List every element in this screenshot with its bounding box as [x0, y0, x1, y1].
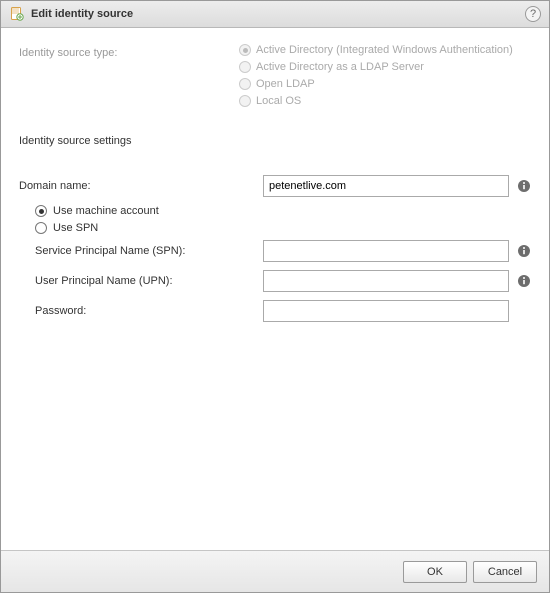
domain-name-row: Domain name:	[19, 175, 531, 197]
identity-source-type-options: Active Directory (Integrated Windows Aut…	[239, 44, 513, 107]
info-icon[interactable]	[517, 244, 531, 258]
spn-input[interactable]	[263, 240, 509, 262]
domain-name-input[interactable]	[263, 175, 509, 197]
radio-icon	[35, 222, 47, 234]
upn-label: User Principal Name (UPN):	[19, 275, 263, 287]
spn-label: Service Principal Name (SPN):	[19, 245, 263, 257]
radio-icon	[239, 61, 251, 73]
source-type-open-ldap-label: Open LDAP	[256, 78, 315, 90]
radio-icon	[239, 78, 251, 90]
radio-icon	[239, 44, 251, 56]
upn-input[interactable]	[263, 270, 509, 292]
identity-source-type-row: Identity source type: Active Directory (…	[19, 44, 531, 107]
password-label: Password:	[19, 305, 263, 317]
source-type-ad-iwa-label: Active Directory (Integrated Windows Aut…	[256, 44, 513, 56]
use-machine-account-label: Use machine account	[53, 205, 159, 217]
radio-icon	[35, 205, 47, 217]
password-row: Password:	[19, 300, 531, 322]
settings-header: Identity source settings	[19, 135, 531, 147]
dialog-footer: OK Cancel	[1, 550, 549, 592]
help-icon[interactable]: ?	[525, 6, 541, 22]
upn-row: User Principal Name (UPN):	[19, 270, 531, 292]
source-type-ad-ldap-label: Active Directory as a LDAP Server	[256, 61, 424, 73]
ok-button[interactable]: OK	[403, 561, 467, 583]
cancel-button[interactable]: Cancel	[473, 561, 537, 583]
domain-name-label: Domain name:	[19, 180, 263, 192]
use-spn-radio[interactable]: Use SPN	[19, 222, 531, 234]
dialog-titlebar: Edit identity source ?	[1, 1, 549, 28]
radio-icon	[239, 95, 251, 107]
source-type-local-os: Local OS	[239, 95, 513, 107]
document-icon	[9, 6, 25, 22]
use-machine-account-radio[interactable]: Use machine account	[19, 205, 531, 217]
dialog-content: Identity source type: Active Directory (…	[1, 28, 549, 550]
dialog-title: Edit identity source	[31, 8, 525, 20]
source-type-open-ldap: Open LDAP	[239, 78, 513, 90]
use-spn-label: Use SPN	[53, 222, 98, 234]
password-input[interactable]	[263, 300, 509, 322]
source-type-local-os-label: Local OS	[256, 95, 301, 107]
source-type-ad-iwa: Active Directory (Integrated Windows Aut…	[239, 44, 513, 56]
info-icon[interactable]	[517, 274, 531, 288]
identity-source-type-label: Identity source type:	[19, 44, 239, 59]
spn-row: Service Principal Name (SPN):	[19, 240, 531, 262]
source-type-ad-ldap: Active Directory as a LDAP Server	[239, 61, 513, 73]
info-icon[interactable]	[517, 179, 531, 193]
